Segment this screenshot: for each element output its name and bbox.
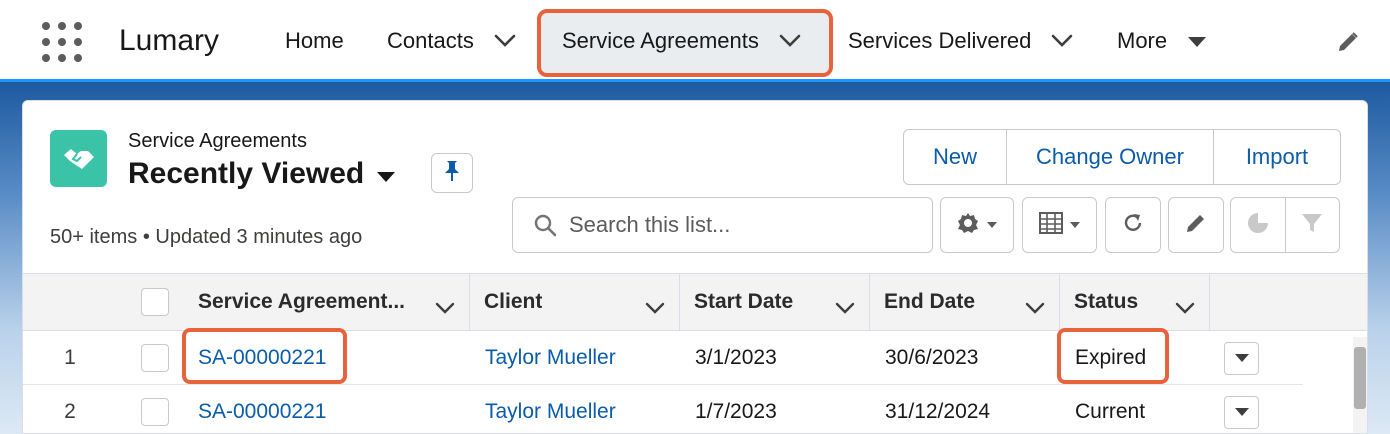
nav-item-label: Home: [285, 28, 344, 53]
row-select-cell: [141, 331, 173, 385]
search-box: [512, 197, 933, 253]
row-select-cell: [141, 385, 173, 433]
chevron-down-icon[interactable]: [435, 296, 455, 320]
row-actions-button[interactable]: [1224, 396, 1259, 429]
chevron-down-icon[interactable]: [779, 28, 801, 54]
column-label: Status: [1074, 290, 1139, 313]
new-button[interactable]: New: [904, 130, 1007, 184]
column-label: Client: [484, 290, 543, 313]
column-label: Service Agreement...: [198, 290, 405, 313]
start-date: 1/7/2023: [695, 400, 777, 423]
end-date: 30/6/2023: [885, 346, 979, 369]
status-value: Expired: [1075, 346, 1147, 369]
row-checkbox[interactable]: [141, 344, 169, 372]
import-button[interactable]: Import: [1214, 130, 1340, 184]
nav-item-home[interactable]: Home: [285, 0, 344, 82]
row-actions-button[interactable]: [1224, 342, 1259, 375]
agreement-link[interactable]: SA-00000221: [198, 385, 326, 433]
column-label: Start Date: [694, 290, 794, 313]
column-header-service-agreement[interactable]: Service Agreement...: [183, 274, 470, 330]
caret-down-icon: [1069, 216, 1081, 234]
end-date: 31/12/2024: [885, 400, 991, 423]
client-link[interactable]: Taylor Mueller: [485, 385, 616, 433]
list-settings-button[interactable]: [940, 197, 1014, 253]
row-number: 2: [64, 400, 76, 423]
column-header-start-date[interactable]: Start Date: [680, 274, 870, 330]
list-view-selector[interactable]: Recently Viewed: [128, 157, 396, 191]
column-label: End Date: [884, 290, 976, 313]
caret-down-icon: [1234, 404, 1250, 422]
handshake-icon: [50, 130, 107, 187]
pin-button[interactable]: [431, 153, 473, 193]
pencil-icon: [1184, 211, 1208, 240]
search-input[interactable]: [569, 208, 919, 242]
display-as-button[interactable]: [1022, 197, 1097, 253]
chevron-down-icon[interactable]: [494, 28, 516, 54]
list-view-card: Service Agreements Recently Viewed 50+ i…: [22, 100, 1368, 434]
app-launcher-icon[interactable]: [42, 22, 82, 62]
table-header: Service Agreement... Client Start Date E…: [23, 273, 1367, 331]
refresh-icon: [1121, 211, 1145, 240]
chevron-down-icon[interactable]: [1025, 296, 1045, 320]
caret-down-icon[interactable]: [1187, 28, 1207, 54]
row-checkbox[interactable]: [141, 398, 169, 426]
table-row: 2 SA-00000221 Taylor Mueller 1/7/2023 31…: [23, 385, 1303, 433]
chart-button[interactable]: [1231, 198, 1286, 252]
list-view-title: Recently Viewed: [128, 157, 365, 190]
chevron-down-icon[interactable]: [645, 296, 665, 320]
caret-down-icon: [986, 216, 998, 234]
caret-down-icon: [1234, 350, 1250, 368]
column-header-status[interactable]: Status: [1060, 274, 1210, 330]
nav-item-contacts[interactable]: Contacts: [387, 0, 516, 82]
client-link[interactable]: Taylor Mueller: [485, 331, 616, 385]
nav-item-label: Service Agreements: [562, 28, 759, 53]
scrollbar-thumb[interactable]: [1354, 347, 1366, 409]
caret-down-icon[interactable]: [376, 157, 396, 191]
table-row: 1 SA-00000221 Taylor Mueller 3/1/2023 30…: [23, 331, 1303, 385]
nav-item-services-delivered[interactable]: Services Delivered: [848, 0, 1073, 82]
chart-icon: [1246, 211, 1270, 240]
inline-edit-button[interactable]: [1168, 197, 1224, 253]
app-name: Lumary: [119, 24, 220, 57]
chevron-down-icon[interactable]: [1051, 28, 1073, 54]
column-header-client[interactable]: Client: [470, 274, 680, 330]
column-header-end-date[interactable]: End Date: [870, 274, 1060, 330]
search-icon: [533, 213, 557, 242]
nav-item-label: More: [1117, 28, 1168, 53]
change-owner-button[interactable]: Change Owner: [1007, 130, 1214, 184]
status-value: Current: [1075, 400, 1146, 423]
filter-button[interactable]: [1286, 198, 1340, 252]
refresh-button[interactable]: [1105, 197, 1161, 253]
chevron-down-icon[interactable]: [1175, 296, 1195, 320]
row-number-header: [23, 274, 127, 330]
pin-icon: [444, 160, 460, 187]
table-icon: [1038, 211, 1063, 239]
chart-filter-group: [1230, 197, 1340, 253]
nav-item-more[interactable]: More: [1117, 0, 1207, 82]
agreement-link[interactable]: SA-00000221: [198, 331, 326, 385]
action-button-group: New Change Owner Import: [903, 129, 1341, 185]
row-number: 1: [64, 346, 76, 369]
start-date: 3/1/2023: [695, 346, 777, 369]
select-all-cell: [127, 274, 183, 330]
chevron-down-icon[interactable]: [835, 296, 855, 320]
object-label: Service Agreements: [128, 130, 307, 152]
top-navigation: Lumary Home Contacts Service Agreements …: [0, 0, 1390, 82]
list-meta-status: 50+ items • Updated 3 minutes ago: [50, 226, 363, 248]
gear-icon: [956, 211, 980, 240]
filter-icon: [1300, 211, 1324, 240]
nav-item-service-agreements[interactable]: Service Agreements: [562, 0, 801, 82]
nav-item-label: Contacts: [387, 28, 474, 53]
table-scrollbar[interactable]: [1353, 337, 1367, 433]
pencil-icon[interactable]: [1336, 30, 1360, 59]
select-all-checkbox[interactable]: [141, 288, 169, 316]
nav-item-label: Services Delivered: [848, 28, 1032, 53]
